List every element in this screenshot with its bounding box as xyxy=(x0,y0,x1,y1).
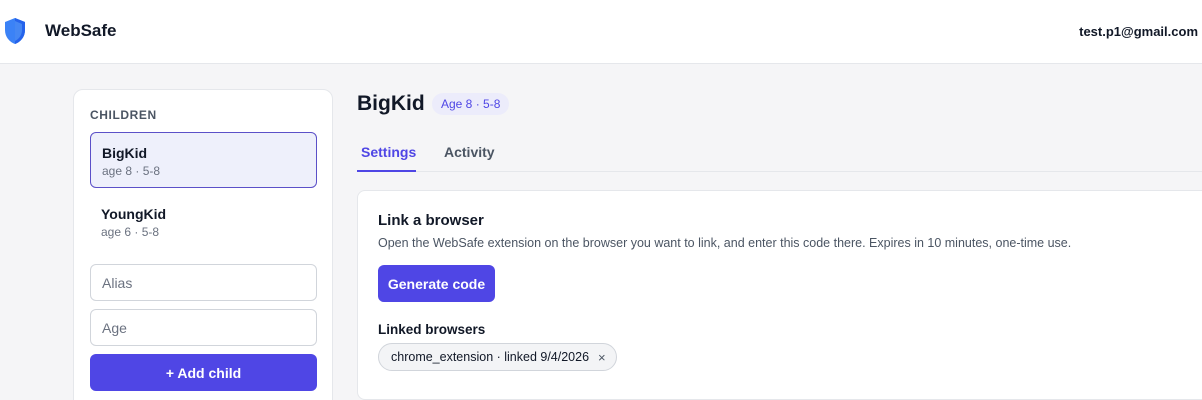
link-browser-card: Link a browser Open the WebSafe extensio… xyxy=(357,190,1202,400)
card-description: Open the WebSafe extension on the browse… xyxy=(378,236,1072,250)
age-input[interactable] xyxy=(90,309,317,346)
chip-label: chrome_extension · linked 9/4/2026 xyxy=(391,350,590,364)
add-child-button[interactable]: + Add child xyxy=(90,354,317,391)
sidebar-title: CHILDREN xyxy=(90,108,157,122)
child-meta: age 6 · 5-8 xyxy=(101,225,160,239)
tab-settings[interactable]: Settings xyxy=(357,130,416,172)
shield-icon xyxy=(5,18,25,44)
tab-activity[interactable]: Activity xyxy=(444,130,495,172)
child-item-bigkid[interactable]: BigKid age 8 · 5-8 xyxy=(90,132,317,188)
tab-bar: Settings Activity xyxy=(357,130,1202,172)
children-sidebar: CHILDREN BigKid age 8 · 5-8 YoungKid age… xyxy=(73,89,333,400)
linked-browser-chip: chrome_extension · linked 9/4/2026 × xyxy=(378,343,617,371)
child-name: BigKid xyxy=(102,145,148,161)
age-badge: Age 8 · 5-8 xyxy=(432,93,510,115)
alias-input[interactable] xyxy=(90,264,317,301)
user-email[interactable]: test.p1@gmail.com xyxy=(1079,24,1198,39)
generate-code-button[interactable]: Generate code xyxy=(378,265,495,302)
card-title: Link a browser xyxy=(378,212,484,229)
child-item-youngkid[interactable]: YoungKid age 6 · 5-8 xyxy=(90,194,317,250)
app-name: WebSafe xyxy=(45,21,117,40)
child-name: YoungKid xyxy=(101,206,167,222)
child-title: BigKid xyxy=(357,92,425,115)
close-icon[interactable]: × xyxy=(598,350,606,365)
linked-browsers-title: Linked browsers xyxy=(378,322,486,337)
child-meta: age 8 · 5-8 xyxy=(102,164,161,178)
top-bar: WebSafe test.p1@gmail.com xyxy=(0,0,1202,64)
